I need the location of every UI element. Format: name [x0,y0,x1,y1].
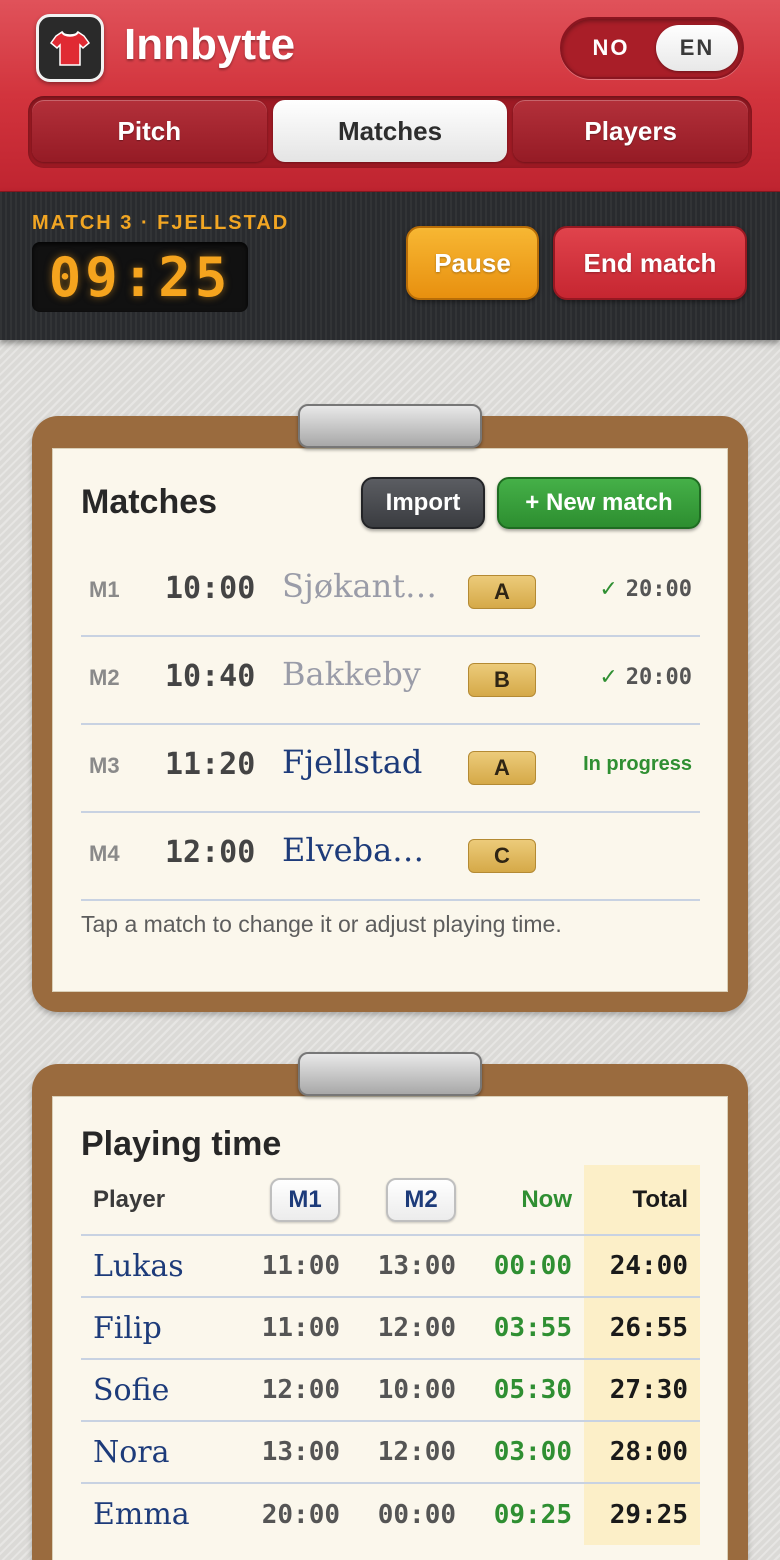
now-time: 03:55 [468,1296,584,1359]
clipboard-clip [298,404,482,448]
m2-time: 13:00 [352,1234,469,1297]
match-opponent: Sjøkanten [282,567,442,605]
match-row-m3[interactable]: M3 11:20 Fjellstad A In progress [81,725,700,813]
match-code: M1 [89,577,120,602]
matches-hint: Tap a match to change it or adjust playi… [81,911,562,937]
end-match-button[interactable]: End match [553,226,747,300]
match-chip-m1[interactable]: M1 [270,1177,341,1222]
match-status: In progress [583,753,692,775]
table-header-row: Player M1 M2 Now Total [81,1165,700,1235]
table-row[interactable]: Lukas 11:00 13:00 00:00 24:00 [81,1234,700,1297]
table-row[interactable]: Sofie 12:00 10:00 05:30 27:30 [81,1358,700,1421]
match-opponent: Fjellstad [282,743,423,781]
language-option-no[interactable]: NO [572,28,650,68]
jersey-icon [36,14,104,82]
match-status: ✓ 20:00 [599,577,692,602]
m1-time: 11:00 [236,1296,353,1359]
current-match-label: MATCH 3 · FJELLSTAD [32,212,290,234]
matches-card: Matches Import + New match M1 10:00 Sjøk… [32,404,748,1012]
now-time: 03:00 [468,1420,584,1483]
now-time: 00:00 [468,1234,584,1297]
table-row[interactable]: Emma 20:00 00:00 09:25 29:25 [81,1482,700,1545]
tab-pitch[interactable]: Pitch [32,100,267,162]
tab-players[interactable]: Players [513,100,749,162]
clipboard-clip [298,1052,482,1096]
player-name: Sofie [81,1358,237,1421]
playing-time-paper: Playing time Player M1 M2 Now Total Luka… [52,1096,728,1560]
match-time: 12:00 [165,835,256,870]
table-row[interactable]: Nora 13:00 12:00 03:00 28:00 [81,1420,700,1483]
column-header-player: Player [93,1185,166,1213]
pause-button[interactable]: Pause [406,226,539,300]
player-name: Emma [81,1482,237,1545]
matches-title: Matches [81,483,218,521]
field-badge: B [468,663,536,697]
field-badge: A [468,751,536,785]
language-option-en[interactable]: EN [656,25,738,71]
check-icon: ✓ [599,577,618,602]
m1-time: 12:00 [236,1358,353,1421]
column-header-now: Now [521,1185,572,1213]
match-code: M2 [89,665,120,690]
match-row-m4[interactable]: M4 12:00 Elvebakken C [81,813,700,901]
matches-paper: Matches Import + New match M1 10:00 Sjøk… [52,448,728,992]
match-chip-m2[interactable]: M2 [386,1177,457,1222]
language-toggle[interactable]: NO EN [560,17,744,79]
match-status: ✓ 20:00 [599,665,692,690]
total-time: 26:55 [584,1296,700,1359]
match-opponent: Elvebakken [282,831,442,869]
match-clock: 09:25 [32,242,248,312]
total-time: 28:00 [584,1420,700,1483]
playing-time-card: Playing time Player M1 M2 Now Total Luka… [32,1052,748,1560]
app-header: Innbytte NO EN Pitch Matches Players [0,0,780,192]
now-time: 05:30 [468,1358,584,1421]
m2-time: 12:00 [352,1296,469,1359]
new-match-button[interactable]: + New match [497,477,701,529]
match-time: 10:00 [165,571,256,606]
m2-time: 12:00 [352,1420,469,1483]
total-time: 24:00 [584,1234,700,1297]
table-row[interactable]: Filip 11:00 12:00 03:55 26:55 [81,1296,700,1359]
player-name: Lukas [81,1234,237,1297]
playing-time-title: Playing time [81,1125,282,1163]
column-header-m2: M2 [352,1165,468,1235]
m1-time: 11:00 [236,1234,353,1297]
match-status-time: 20:00 [625,577,692,602]
match-status-time: 20:00 [625,665,692,690]
main-tabs: Pitch Matches Players [28,96,752,168]
column-header-m1: M1 [236,1165,352,1235]
m2-time: 10:00 [352,1358,469,1421]
m1-time: 13:00 [236,1420,353,1483]
match-time: 11:20 [165,747,256,782]
m2-time: 00:00 [352,1482,469,1545]
player-name: Nora [81,1420,237,1483]
column-header-total: Total [584,1165,700,1235]
m1-time: 20:00 [236,1482,353,1545]
total-time: 27:30 [584,1358,700,1421]
match-row-m1[interactable]: M1 10:00 Sjøkanten A ✓ 20:00 [81,549,700,637]
match-list: M1 10:00 Sjøkanten A ✓ 20:00 M2 10:40 Bak… [81,549,700,901]
app-title: Innbytte [124,20,296,69]
match-code: M4 [89,841,120,866]
match-code: M3 [89,753,120,778]
playing-time-table: Player M1 M2 Now Total Lukas 11:00 13:00… [81,1165,700,1545]
now-time: 09:25 [468,1482,584,1545]
tab-matches[interactable]: Matches [272,100,508,162]
check-icon: ✓ [599,665,618,690]
match-opponent: Bakkeby [282,655,421,693]
field-badge: C [468,839,536,873]
match-row-m2[interactable]: M2 10:40 Bakkeby B ✓ 20:00 [81,637,700,725]
match-time: 10:40 [165,659,256,694]
total-time: 29:25 [584,1482,700,1545]
field-badge: A [468,575,536,609]
import-button[interactable]: Import [361,477,485,529]
player-name: Filip [81,1296,237,1359]
